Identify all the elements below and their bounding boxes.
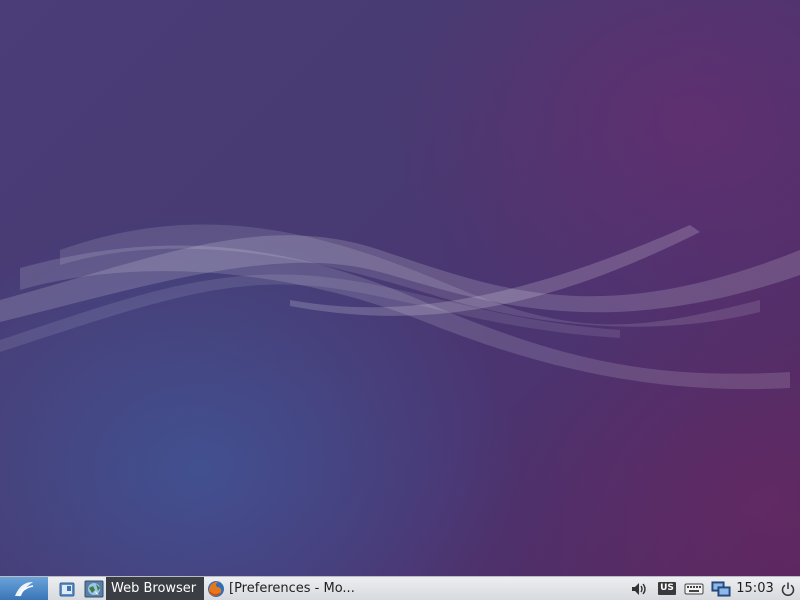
clock[interactable]: 15:03 [736, 577, 774, 600]
keyboard-layout-indicator[interactable]: US [656, 577, 678, 600]
network-icon [711, 581, 731, 596]
clock-time: 15:03 [736, 581, 774, 596]
taskbar: Web Browser [Preferences - Mo... US 15:0… [0, 576, 800, 600]
web-browser-icon [84, 580, 104, 597]
volume-control[interactable] [628, 577, 652, 600]
active-launcher-label: Web Browser [106, 577, 204, 600]
task-title: [Preferences - Mo... [229, 581, 355, 596]
keyboard-icon [684, 583, 704, 594]
power-icon [781, 582, 795, 596]
wallpaper-waves [0, 224, 800, 390]
file-manager-icon [59, 582, 75, 596]
keyboard-layout-text: US [658, 582, 676, 595]
desktop[interactable] [0, 0, 800, 576]
power-button[interactable] [778, 577, 798, 600]
web-browser-launcher[interactable] [83, 577, 105, 600]
firefox-icon [208, 580, 224, 597]
volume-icon [632, 582, 646, 595]
active-launcher-text: Web Browser [111, 581, 197, 596]
lubuntu-menu-icon [15, 581, 34, 596]
task-button-preferences[interactable]: [Preferences - Mo... [205, 577, 355, 600]
start-menu-button[interactable] [0, 577, 48, 600]
onscreen-keyboard-button[interactable] [682, 577, 706, 600]
file-manager-launcher[interactable] [56, 577, 78, 600]
network-status[interactable] [709, 577, 733, 600]
